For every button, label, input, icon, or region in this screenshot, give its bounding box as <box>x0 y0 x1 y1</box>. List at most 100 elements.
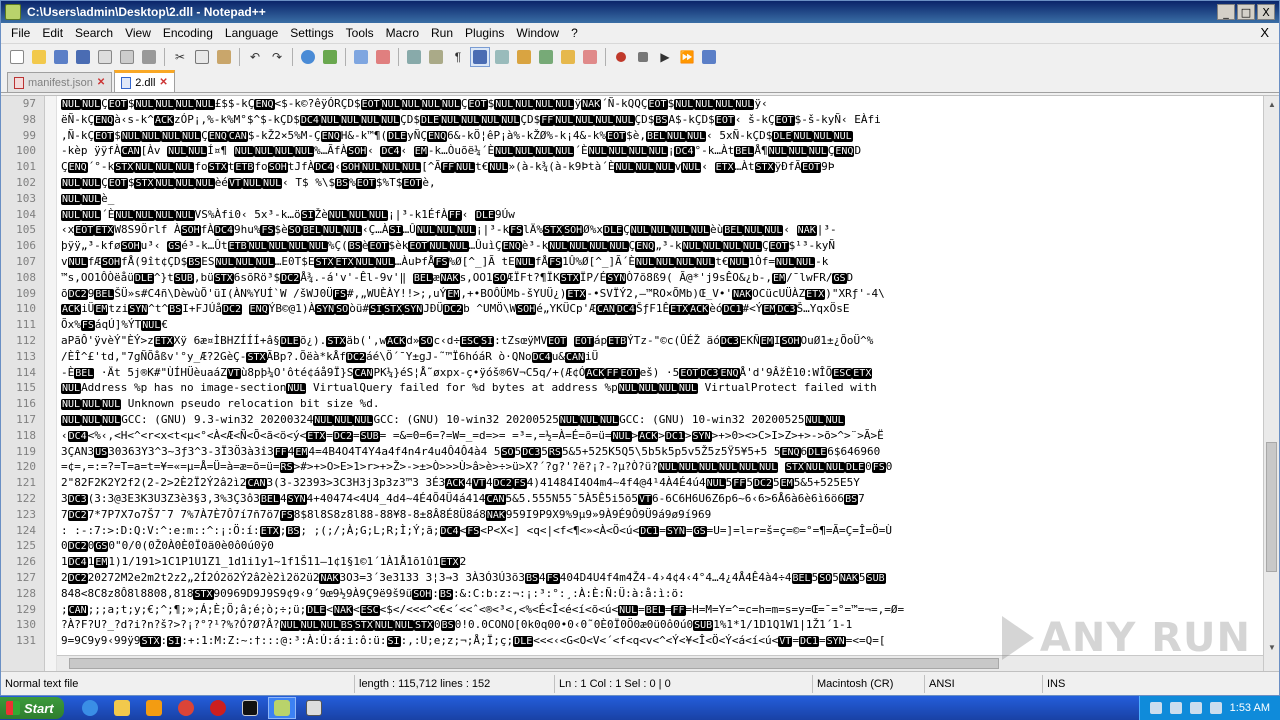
horizontal-scroll-thumb[interactable] <box>69 658 999 669</box>
code-line[interactable]: 3DC3(3:3@3E3K3U3Z3è3§3‚3%3Ç3ô3BEL4SYN4+4… <box>57 491 1263 507</box>
menu-help[interactable]: ? <box>565 24 584 42</box>
code-line[interactable]: 7DC27*7P7X7o7Š7¯7 7%7À7È7Ô7í7ñ7ö7FS8$8l8… <box>57 507 1263 523</box>
code-line[interactable]: NUL NULè_ <box>57 191 1263 207</box>
close-file-icon[interactable] <box>95 47 115 67</box>
close-document-icon[interactable]: X <box>1260 25 1269 40</box>
find-icon[interactable] <box>298 47 318 67</box>
code-line[interactable]: ,Ñ-kÇEOT$NUL NUL NUL NULÇENQ CAN$-kŽ2×5%M-ÇE… <box>57 128 1263 144</box>
save-macro-icon[interactable] <box>699 47 719 67</box>
internet-explorer-icon[interactable] <box>76 697 104 719</box>
status-eol[interactable]: Macintosh (CR) <box>813 674 925 693</box>
code-line[interactable]: ‹DC4<%‹,<H<^<r<x<t<µ<°<À<Æ<Ñ<Õ<ã<ö<ý<ETX… <box>57 428 1263 444</box>
close-all-icon[interactable] <box>117 47 137 67</box>
maximize-button[interactable]: □ <box>1237 4 1255 20</box>
menu-settings[interactable]: Settings <box>284 24 339 42</box>
code-line[interactable]: NUL NULÇEOT$STX NUL NUL NULèéVT NUL NUL‹ T$ %\… <box>57 175 1263 191</box>
command-prompt-icon[interactable] <box>236 697 264 719</box>
cut-icon[interactable]: ✂ <box>170 47 190 67</box>
folder-workspace-icon[interactable] <box>558 47 578 67</box>
vertical-scrollbar[interactable]: ▲ ▼ <box>1263 96 1279 671</box>
menu-run[interactable]: Run <box>425 24 459 42</box>
open-file-icon[interactable] <box>29 47 49 67</box>
tab-close-icon[interactable]: ✕ <box>97 77 105 88</box>
vertical-scroll-thumb[interactable] <box>1266 442 1277 572</box>
opera-icon[interactable] <box>204 697 232 719</box>
code-line[interactable]: ÇENQ´°-kSTX NUL NUL NULfoSTXtETBfoSOHtJfÀDC… <box>57 159 1263 175</box>
text-area[interactable]: NUL NULÇEOT$NUL NUL NUL NUL£$$-kÇENQ<$-k©?êÿ… <box>57 96 1263 671</box>
network-icon[interactable] <box>1149 702 1162 714</box>
show-all-characters-icon[interactable] <box>470 46 490 67</box>
document-map-icon[interactable] <box>514 47 534 67</box>
sync-horizontal-icon[interactable] <box>426 47 446 67</box>
code-line[interactable]: -ÈBEL ·Ät 5j®K#"ÙÍHÜèuaáZVTù8pþ¼O'ôté¢áå… <box>57 365 1263 381</box>
code-line[interactable]: 2DC220272M2e2m2t2z2„2Í2Ó2ö2Ý2â2è2ì2ö2ü2N… <box>57 570 1263 586</box>
code-line[interactable]: NUL NUL NULGCC: (GNU) 9.3-win32 20200324NU… <box>57 412 1263 428</box>
clock[interactable]: 1:53 AM <box>1230 702 1270 714</box>
code-line[interactable]: õDC29BELŠÜ»s#C4ñ\DèwùÕ'üI(ÀN%YUÍ`W /šWJ0… <box>57 286 1263 302</box>
menu-view[interactable]: View <box>119 24 157 42</box>
stop-macro-icon[interactable] <box>633 47 653 67</box>
sync-vertical-icon[interactable] <box>404 47 424 67</box>
menu-file[interactable]: File <box>5 24 36 42</box>
monitoring-icon[interactable] <box>580 47 600 67</box>
tab-2-dll[interactable]: 2.dll ✕ <box>114 70 175 92</box>
zoom-in-icon[interactable] <box>351 47 371 67</box>
code-line[interactable]: Õx%FSáqÚ]%ÝTNUL€ <box>57 317 1263 333</box>
menu-language[interactable]: Language <box>219 24 284 42</box>
media-player-icon[interactable] <box>140 697 168 719</box>
save-all-icon[interactable] <box>73 47 93 67</box>
code-line[interactable]: 2"82F2K2Y2f2(2-2>2È2Ï2Ý2â2ì2CAN3(3-32393… <box>57 475 1263 491</box>
code-line[interactable]: NUL NULÇEOT$NUL NUL NUL NUL£$$-kÇENQ<$-k©?êÿ… <box>57 96 1263 112</box>
chrome-icon[interactable] <box>172 697 200 719</box>
redo-icon[interactable]: ↷ <box>267 47 287 67</box>
tab-close-icon[interactable]: ✕ <box>159 77 167 88</box>
start-button[interactable]: Start <box>0 697 64 719</box>
code-line[interactable]: -kèp ÿÿfÀCAN[Àv NUL NULÍ¤¶ NUL NUL NUL NUL%…… <box>57 143 1263 159</box>
scroll-down-icon[interactable]: ▼ <box>1264 639 1280 655</box>
word-wrap-icon[interactable]: ¶ <box>448 47 468 67</box>
run-macro-multiple-icon[interactable]: ⏩ <box>677 47 697 67</box>
menu-search[interactable]: Search <box>69 24 119 42</box>
play-macro-icon[interactable]: ▶ <box>655 47 675 67</box>
code-line[interactable]: vNULfÆSOHfÅ(9ît¢ÇD$BSESNUL NUL NUL…E0T$EST… <box>57 254 1263 270</box>
scroll-up-icon[interactable]: ▲ <box>1264 96 1280 112</box>
new-file-icon[interactable] <box>7 47 27 67</box>
secondary-window-icon[interactable] <box>300 697 328 719</box>
function-list-icon[interactable] <box>536 47 556 67</box>
action-center-flag-icon[interactable] <box>1189 702 1202 714</box>
volume-icon[interactable] <box>1169 702 1182 714</box>
code-line[interactable]: ‹xEOT ETXW8S9Örlf ÀSOHfÀDC49hu%FS$èSO BEL N… <box>57 222 1263 238</box>
power-icon[interactable] <box>1209 702 1222 714</box>
menu-edit[interactable]: Edit <box>36 24 69 42</box>
code-line[interactable]: NULAddress %p has no image-sectionNUL Vi… <box>57 380 1263 396</box>
menu-tools[interactable]: Tools <box>340 24 380 42</box>
code-line[interactable]: ACKiÜEMtziSYN^t^BSI+FJÚåDC2 ENQÝB©@1)ÀSY… <box>57 301 1263 317</box>
zoom-out-icon[interactable] <box>373 47 393 67</box>
tab-manifest-json[interactable]: manifest.json ✕ <box>7 72 113 92</box>
code-line[interactable]: 0DC20GS0"0/0(0Ž0À0È0Ï0ä0è0ô0ú0ÿ0 <box>57 538 1263 554</box>
code-line[interactable]: ™s‚OO1ÔÒëåüDLE^}tSUB‚büSTX6sõRö³$DC2Å¾.-… <box>57 270 1263 286</box>
code-line[interactable]: =¢=,=:=?=T=a=t=¥=«=µ=Å=Ü=à=æ=õ=ü=RS>#>+>… <box>57 459 1263 475</box>
menu-encoding[interactable]: Encoding <box>157 24 219 42</box>
close-button[interactable]: X <box>1257 4 1275 20</box>
status-encoding[interactable]: ANSI <box>925 674 1043 693</box>
paste-icon[interactable] <box>214 47 234 67</box>
code-line[interactable]: /ÈÎ^£'td,"7gÑÕåßv'°y_Æ?2GèÇ-STXÃBp?.Õëà*… <box>57 349 1263 365</box>
minimize-button[interactable]: _ <box>1217 4 1235 20</box>
code-line[interactable]: aPãÔ'ÿvèÝ"ÈÝ>zETXXÿ 6æ¤ÌBHZÍÍÍ+â§DLEõ¿).… <box>57 333 1263 349</box>
code-line[interactable]: 1DC41EM1)1/191>1C1P1U1Z1_1d1i1y1~1f1Š11—… <box>57 554 1263 570</box>
save-icon[interactable] <box>51 47 71 67</box>
code-line[interactable]: ëÑ-kÇENQà‹s-k^ACKzÓP¡,%-k%M°$^$-kÇD$DC4 N… <box>57 112 1263 128</box>
explorer-folder-icon[interactable] <box>108 697 136 719</box>
print-icon[interactable] <box>139 47 159 67</box>
menu-macro[interactable]: Macro <box>380 24 425 42</box>
indent-guide-icon[interactable] <box>492 47 512 67</box>
menu-plugins[interactable]: Plugins <box>459 24 510 42</box>
notepad-plus-plus-task-icon[interactable] <box>267 697 296 719</box>
code-line[interactable]: : :-:7:>:D:Q:V:^:e:m::^:¡:Ö:í:ETX;BS; ;(… <box>57 523 1263 539</box>
undo-icon[interactable]: ↶ <box>245 47 265 67</box>
code-line[interactable]: þÿÿ„³-kføSOHu³‹ GSé³-k…ÛtETB NUL NUL NUL NUL… <box>57 238 1263 254</box>
code-line[interactable]: 848<8C8z8Ô8l8808‚818STX90969D9J9S9¢9‹9´9… <box>57 586 1263 602</box>
menu-window[interactable]: Window <box>510 24 565 42</box>
code-line[interactable]: 3ÇAN3US30363Y3^3~3ƒ3^3-3Ï3Ö3à3î3FF4EM4=4… <box>57 444 1263 460</box>
